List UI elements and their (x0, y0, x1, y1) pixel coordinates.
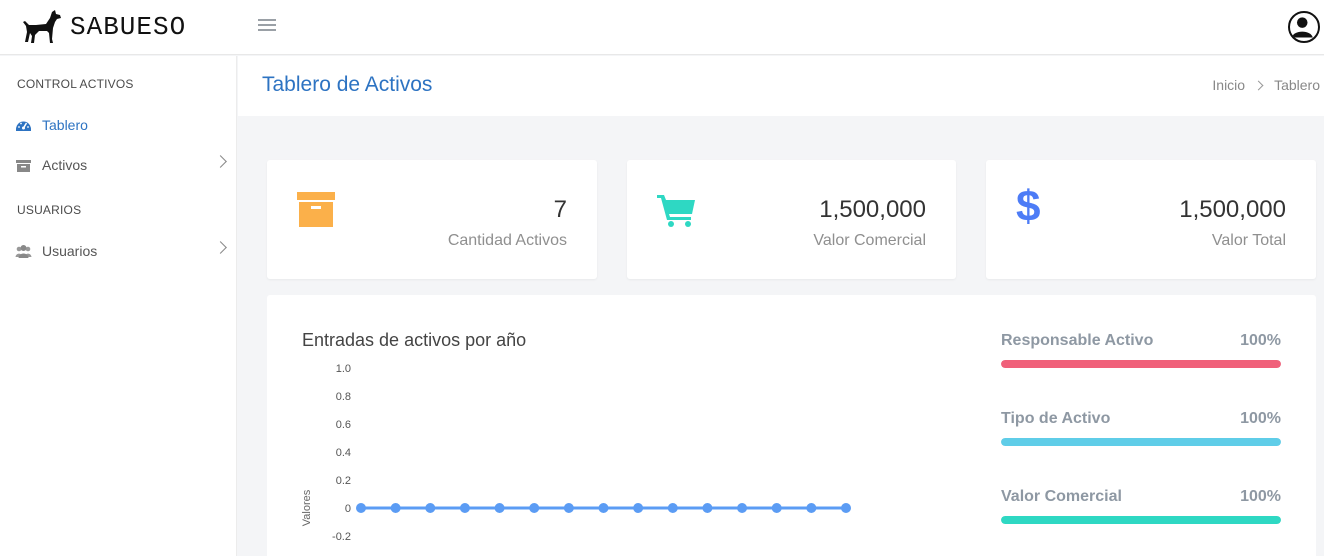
stat-value: 1,500,000 (819, 196, 926, 223)
data-point (598, 503, 609, 513)
data-point (390, 503, 401, 513)
data-point (667, 503, 678, 513)
data-point (702, 503, 713, 513)
data-point (425, 503, 436, 513)
sidebar-item-label: Activos (42, 157, 88, 173)
stat-caption: Valor Total (1211, 232, 1286, 249)
data-point (494, 503, 505, 513)
tachometer-icon (16, 121, 31, 131)
chevron-right-icon (1253, 80, 1264, 90)
dog-logo-icon (23, 10, 61, 43)
stat-caption: Valor Comercial (813, 232, 926, 249)
brand-name: SABUESO (70, 12, 187, 42)
data-point (529, 503, 540, 513)
breadcrumb-link-inicio[interactable]: Inicio (1212, 77, 1245, 93)
data-point (771, 503, 782, 513)
page-header: Tablero de Activos Inicio Tablero (238, 56, 1324, 116)
breadcrumb-current: Tablero (1274, 77, 1320, 93)
y-tick-label: 0.4 (336, 447, 351, 459)
y-tick-label: 0.8 (336, 391, 351, 403)
progress-bar (1001, 516, 1281, 524)
data-point (841, 503, 851, 513)
users-icon (15, 244, 32, 258)
chevron-right-icon (214, 241, 227, 254)
progress-value: 100% (1240, 332, 1281, 349)
page-title: Tablero de Activos (262, 73, 433, 96)
top-header: SABUESO (0, 0, 1324, 55)
stat-value: 7 (553, 196, 567, 223)
sidebar-item-label: Usuarios (42, 243, 98, 259)
breadcrumb: Inicio Tablero (1212, 77, 1320, 93)
stat-card-valor-total: $ 1,500,000 Valor Total (986, 160, 1316, 279)
line-chart: 1.0 0.8 0.6 0.4 0.2 0 -0.2 Valores (301, 363, 851, 543)
progress-value: 100% (1240, 410, 1281, 427)
stat-value: 1,500,000 (1179, 196, 1286, 223)
y-tick-label: 1.0 (336, 363, 351, 375)
data-point (737, 503, 748, 513)
user-avatar-icon[interactable] (1288, 11, 1320, 43)
dollar-icon: $ (1016, 182, 1041, 231)
dashboard-panel: Entradas de activos por año 1.0 0.8 0.6 0.4… (267, 295, 1316, 556)
data-point (459, 503, 470, 513)
data-point (633, 503, 644, 513)
stat-caption: Cantidad Activos (447, 232, 567, 249)
y-tick-label: 0 (345, 503, 351, 515)
chevron-right-icon (214, 155, 227, 168)
data-point (806, 503, 817, 513)
progress-label: Responsable Activo (1001, 332, 1154, 349)
menu-toggle-icon[interactable] (258, 16, 276, 36)
sidebar-item-tablero[interactable]: Tablero (0, 110, 237, 140)
progress-bar (1001, 438, 1281, 446)
sidebar-item-activos[interactable]: Activos (0, 150, 237, 180)
y-axis-label: Valores (301, 489, 313, 526)
archive-icon (16, 159, 31, 172)
progress-bar (1001, 360, 1281, 368)
y-tick-label: -0.2 (332, 531, 351, 543)
data-point (356, 503, 366, 513)
sidebar-heading-usuarios: USUARIOS (17, 203, 82, 217)
sidebar-item-label: Tablero (42, 117, 88, 133)
archive-icon (297, 192, 335, 227)
y-tick-label: 0.6 (336, 419, 351, 431)
cart-icon (657, 195, 695, 227)
brand-logo[interactable]: SABUESO (22, 8, 186, 46)
sidebar: CONTROL ACTIVOS Tablero Activos USUARIOS… (0, 56, 237, 556)
progress-label: Tipo de Activo (1001, 410, 1111, 427)
progress-label: Valor Comercial (1001, 488, 1122, 505)
stat-card-cantidad-activos: 7 Cantidad Activos (267, 160, 597, 279)
progress-value: 100% (1240, 488, 1281, 505)
chart-title: Entradas de activos por año (302, 330, 527, 350)
stat-card-valor-comercial: 1,500,000 Valor Comercial (627, 160, 956, 279)
sidebar-heading-control-activos: CONTROL ACTIVOS (17, 77, 134, 91)
data-point (563, 503, 574, 513)
y-tick-label: 0.2 (336, 475, 351, 487)
sidebar-item-usuarios[interactable]: Usuarios (0, 236, 237, 266)
